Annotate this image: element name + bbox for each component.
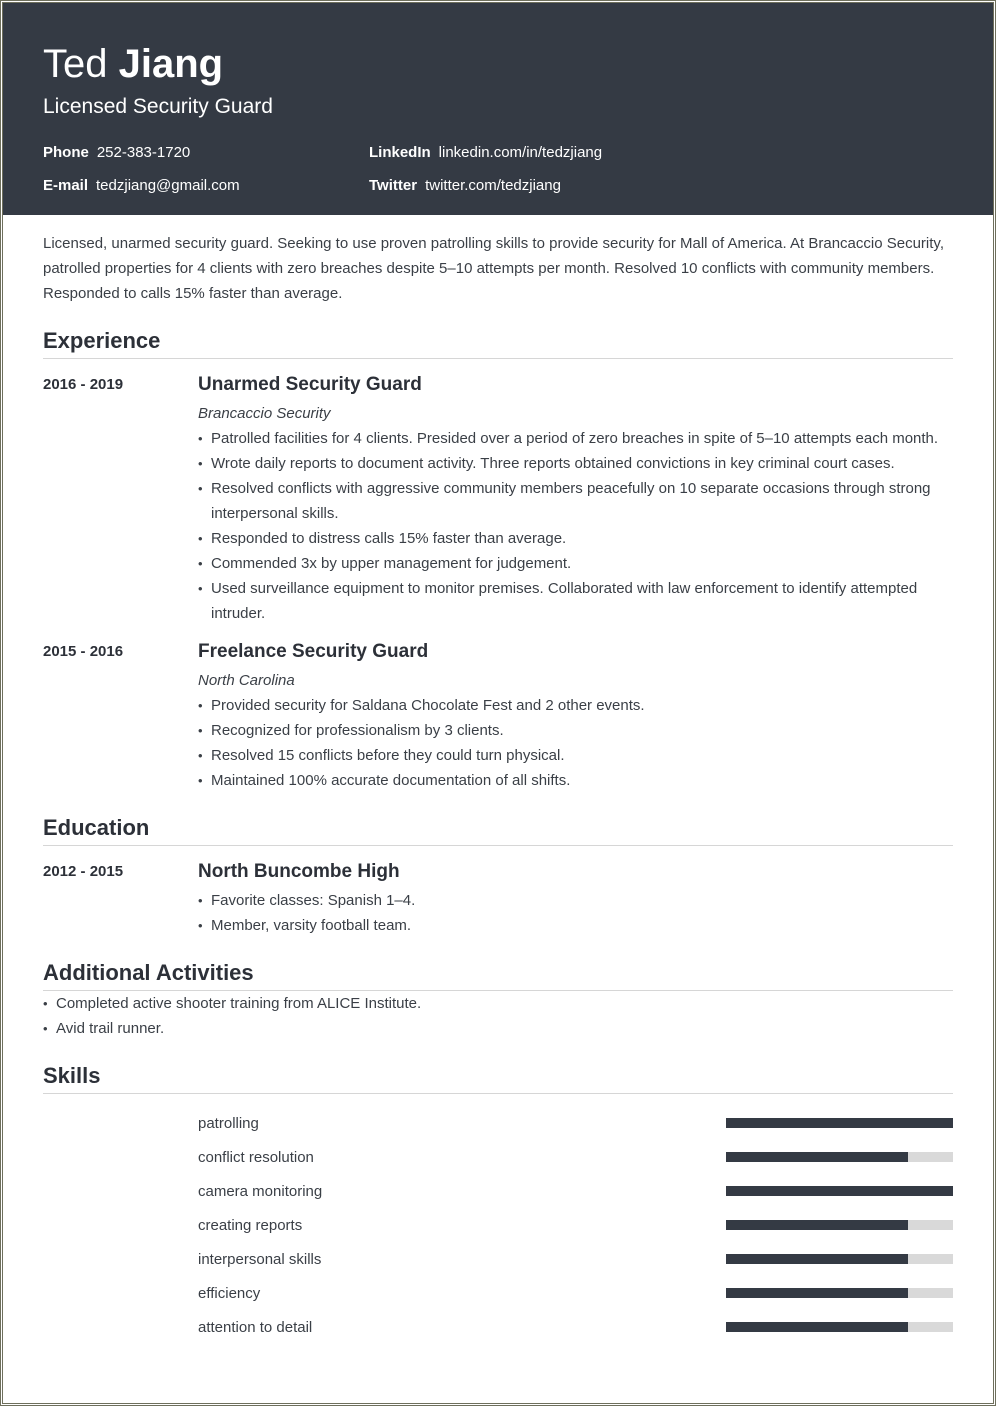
skill-bar <box>726 1220 953 1230</box>
section-title-skills: Skills <box>43 1063 953 1094</box>
section-title-activities: Additional Activities <box>43 960 953 991</box>
bullet-item: Patrolled facilities for 4 clients. Pres… <box>198 426 953 451</box>
resume-header: Ted Jiang Licensed Security Guard Phone 2… <box>3 3 993 215</box>
contact-info: Phone 252-383-1720 LinkedIn linkedin.com/i… <box>43 143 953 195</box>
contact-email: E-mail tedzjiang@gmail.com <box>43 176 369 195</box>
linkedin-link[interactable]: linkedin.com/in/tedzjiang <box>439 144 602 161</box>
entry-organization: North Carolina <box>198 672 295 689</box>
education-entry: 2012 - 2015 North Buncombe High Favorite… <box>43 860 953 938</box>
entry-role: Unarmed Security Guard <box>198 374 422 395</box>
entry-dates: 2016 - 2019 <box>43 376 124 393</box>
skill-bar-fill <box>726 1118 953 1128</box>
bullet-item: Member, varsity football team. <box>198 913 953 938</box>
bullet-item: Responded to distress calls 15% faster t… <box>198 526 953 551</box>
section-title-education: Education <box>43 815 953 846</box>
resume-body: Licensed, unarmed security guard. Seekin… <box>3 231 993 1344</box>
summary: Licensed, unarmed security guard. Seekin… <box>43 235 944 302</box>
bullet-item: Favorite classes: Spanish 1–4. <box>198 888 953 913</box>
bullet-item: Wrote daily reports to document activity… <box>198 451 953 476</box>
contact-twitter: Twitter twitter.com/tedzjiang <box>369 176 669 195</box>
bullet-item: Resolved 15 conflicts before they could … <box>198 743 953 768</box>
entry-bullets: Provided security for Saldana Chocolate … <box>198 693 953 793</box>
skill-name: interpersonal skills <box>198 1250 322 1268</box>
skill-row: camera monitoring <box>43 1174 953 1208</box>
skill-name: conflict resolution <box>198 1148 314 1166</box>
contact-label: Twitter <box>369 177 418 194</box>
bullet-item: Used surveillance equipment to monitor p… <box>198 576 953 626</box>
section-title-experience: Experience <box>43 328 953 359</box>
skill-bar-fill <box>726 1186 953 1196</box>
last-name: Jiang <box>118 42 224 86</box>
skill-row: efficiency <box>43 1276 953 1310</box>
entry-bullets: Favorite classes: Spanish 1–4. Member, v… <box>198 888 953 938</box>
skill-name: camera monitoring <box>198 1182 323 1200</box>
skill-row: attention to detail <box>43 1310 953 1344</box>
contact-label: E-mail <box>43 177 89 194</box>
skill-name: creating reports <box>198 1216 303 1234</box>
bullet-item: Maintained 100% accurate documentation o… <box>198 768 953 793</box>
job-title: Licensed Security Guard <box>43 95 273 118</box>
skill-row: creating reports <box>43 1208 953 1242</box>
entry-role: Freelance Security Guard <box>198 641 429 662</box>
skill-bar-fill <box>726 1220 908 1230</box>
twitter-link[interactable]: twitter.com/tedzjiang <box>425 177 561 194</box>
skill-name: attention to detail <box>198 1318 313 1336</box>
skill-name: efficiency <box>198 1284 261 1302</box>
bullet-item: Provided security for Saldana Chocolate … <box>198 693 953 718</box>
entry-bullets: Patrolled facilities for 4 clients. Pres… <box>198 426 953 626</box>
skill-name: patrolling <box>198 1114 259 1132</box>
entry-dates: 2015 - 2016 <box>43 643 124 660</box>
bullet-item: Avid trail runner. <box>43 1016 953 1041</box>
activities-list: Completed active shooter training from A… <box>43 991 953 1041</box>
contact-phone: Phone 252-383-1720 <box>43 143 369 162</box>
resume-page: Ted Jiang Licensed Security Guard Phone 2… <box>3 3 993 1403</box>
skill-bar-fill <box>726 1254 908 1264</box>
phone-value: 252-383-1720 <box>96 144 191 161</box>
skill-bar-fill <box>726 1152 908 1162</box>
contact-linkedin: LinkedIn linkedin.com/in/tedzjiang <box>369 143 669 162</box>
bullet-item: Completed active shooter training from A… <box>43 991 953 1016</box>
skill-bar <box>726 1152 953 1162</box>
bullet-item: Resolved conflicts with aggressive commu… <box>198 476 953 526</box>
skill-bar <box>726 1322 953 1332</box>
skills-list: patrolling conflict resolution camera mo… <box>43 1106 953 1344</box>
entry-dates: 2012 - 2015 <box>43 863 124 880</box>
contact-label: Phone <box>43 144 89 161</box>
email-link[interactable]: tedzjiang@gmail.com <box>96 177 240 194</box>
experience-entry: 2016 - 2019 Unarmed Security Guard Branc… <box>43 373 953 626</box>
entry-organization: Brancaccio Security <box>198 405 331 422</box>
experience-entry: 2015 - 2016 Freelance Security Guard Nor… <box>43 640 953 793</box>
skill-bar <box>726 1254 953 1264</box>
bullet-item: Commended 3x by upper management for jud… <box>198 551 953 576</box>
contact-label: LinkedIn <box>369 144 431 161</box>
skill-row: conflict resolution <box>43 1140 953 1174</box>
skill-bar <box>726 1118 953 1128</box>
skill-row: patrolling <box>43 1106 953 1140</box>
skill-bar-fill <box>726 1288 908 1298</box>
skill-bar-fill <box>726 1322 908 1332</box>
skill-bar <box>726 1288 953 1298</box>
entry-school: North Buncombe High <box>198 861 400 882</box>
first-name: Ted <box>43 42 108 86</box>
skill-bar <box>726 1186 953 1196</box>
candidate-name: Ted Jiang <box>43 40 953 88</box>
bullet-item: Recognized for professionalism by 3 clie… <box>198 718 953 743</box>
skill-row: interpersonal skills <box>43 1242 953 1276</box>
